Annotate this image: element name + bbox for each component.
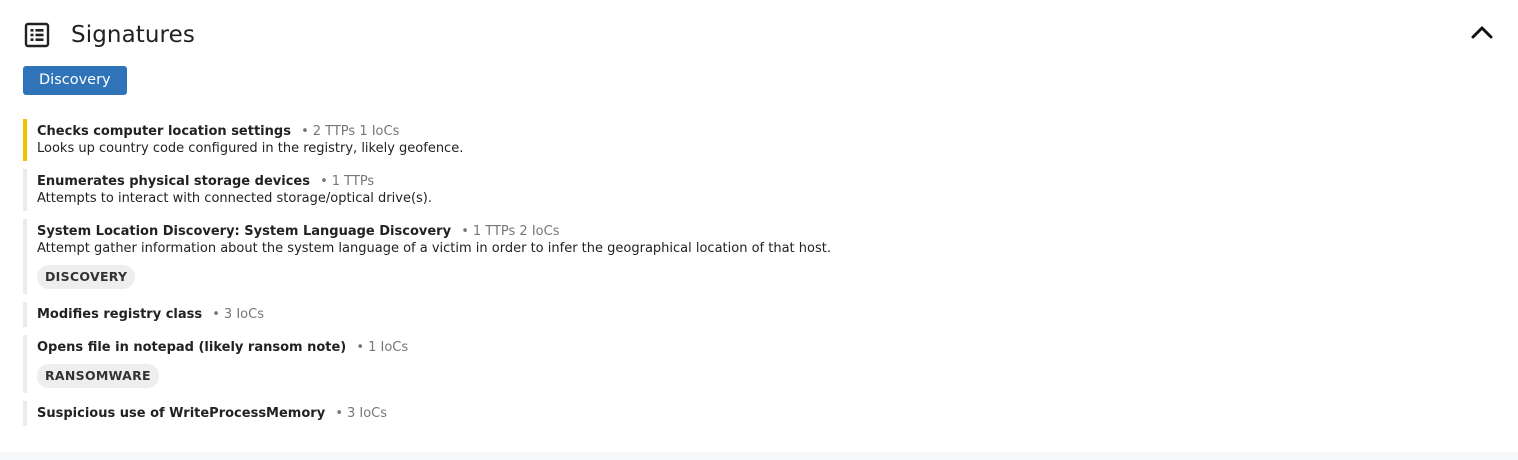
chevron-up-icon [1471, 24, 1493, 43]
tag-ransomware[interactable]: RANSOMWARE [37, 364, 159, 388]
signatures-panel: Signatures Discovery Checks computer loc… [0, 0, 1518, 460]
signature-meta-text: 1 TTPs [331, 174, 375, 189]
signature-name[interactable]: System Location Discovery: System Langua… [37, 224, 451, 239]
signature-description: Looks up country code configured in the … [37, 141, 464, 156]
tab-discovery[interactable]: Discovery [23, 66, 127, 95]
panel-bottom-divider [0, 452, 1518, 460]
signature-item[interactable]: Opens file in notepad (likely ransom not… [23, 335, 1493, 393]
list-icon [24, 22, 50, 48]
signature-description: Attempts to interact with connected stor… [37, 191, 432, 206]
signature-description: Attempt gather information about the sys… [37, 241, 831, 256]
signature-name[interactable]: Enumerates physical storage devices [37, 174, 310, 189]
section-title: Signatures [71, 22, 195, 48]
signature-name[interactable]: Suspicious use of WriteProcessMemory [37, 406, 325, 421]
section-header: Signatures [24, 20, 195, 50]
signature-meta: • 3 IoCs [335, 406, 388, 421]
signature-item[interactable]: Checks computer location settings • 2 TTP… [23, 119, 1493, 161]
signature-name[interactable]: Checks computer location settings [37, 124, 291, 139]
signature-name[interactable]: Opens file in notepad (likely ransom not… [37, 340, 346, 355]
signature-meta-text: 2 TTPs 1 IoCs [312, 124, 400, 139]
collapse-button[interactable] [1468, 20, 1496, 46]
signature-item[interactable]: System Location Discovery: System Langua… [23, 219, 1493, 294]
signature-meta-text: 1 TTPs 2 IoCs [472, 224, 560, 239]
signature-meta: • 2 TTPs 1 IoCs [301, 124, 400, 139]
signature-name[interactable]: Modifies registry class [37, 307, 202, 322]
signature-item[interactable]: Enumerates physical storage devices • 1 T… [23, 169, 1493, 211]
signature-meta-text: 3 IoCs [346, 406, 388, 421]
signature-meta-text: 1 IoCs [368, 340, 409, 355]
signature-meta: • 1 TTPs [320, 174, 375, 189]
signature-meta-text: 3 IoCs [223, 307, 264, 322]
signature-item[interactable]: Suspicious use of WriteProcessMemory • 3 … [23, 401, 1493, 426]
tag-discovery[interactable]: DISCOVERY [37, 265, 136, 289]
signature-meta: • 1 TTPs 2 IoCs [461, 224, 560, 239]
signature-item[interactable]: Modifies registry class • 3 IoCs [23, 302, 1493, 327]
signature-meta: • 1 IoCs [356, 340, 409, 355]
signature-meta: • 3 IoCs [212, 307, 264, 322]
